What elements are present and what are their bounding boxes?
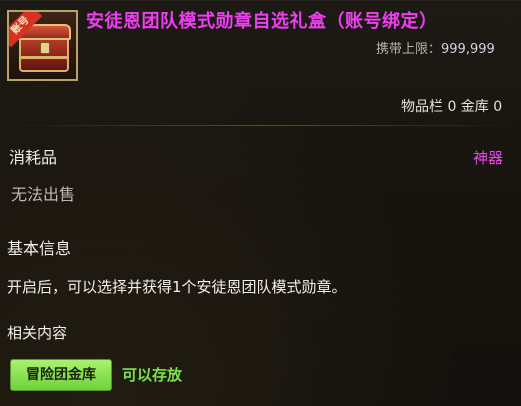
item-rarity: 神器 bbox=[473, 149, 504, 167]
item-description: 开启后，可以选择并获得1个安徒恩团队模式勋章。 bbox=[7, 278, 347, 296]
item-tooltip: 账号 安徒恩团队模式勋章自选礼盒（账号绑定） 携带上限：999,999 物品栏 … bbox=[0, 0, 521, 406]
storable-note: 可以存放 bbox=[122, 366, 183, 384]
related-content-title: 相关内容 bbox=[7, 324, 68, 342]
adventure-vault-tag[interactable]: 冒险团金库 bbox=[10, 359, 112, 391]
carry-limit-value: 999,999 bbox=[441, 42, 495, 57]
chest-band bbox=[19, 56, 69, 59]
chest-lock bbox=[40, 42, 50, 54]
carry-limit: 携带上限：999,999 bbox=[376, 41, 495, 59]
sell-status: 无法出售 bbox=[11, 185, 76, 204]
item-category: 消耗品 bbox=[9, 148, 58, 167]
header-divider bbox=[0, 125, 521, 126]
treasure-chest-icon: 账号 bbox=[7, 10, 78, 81]
item-name: 安徒恩团队模式勋章自选礼盒（账号绑定） bbox=[86, 11, 438, 32]
basic-info-title: 基本信息 bbox=[7, 239, 72, 258]
carry-limit-label: 携带上限： bbox=[376, 42, 442, 57]
storage-count: 物品栏 0 金库 0 bbox=[401, 99, 503, 115]
